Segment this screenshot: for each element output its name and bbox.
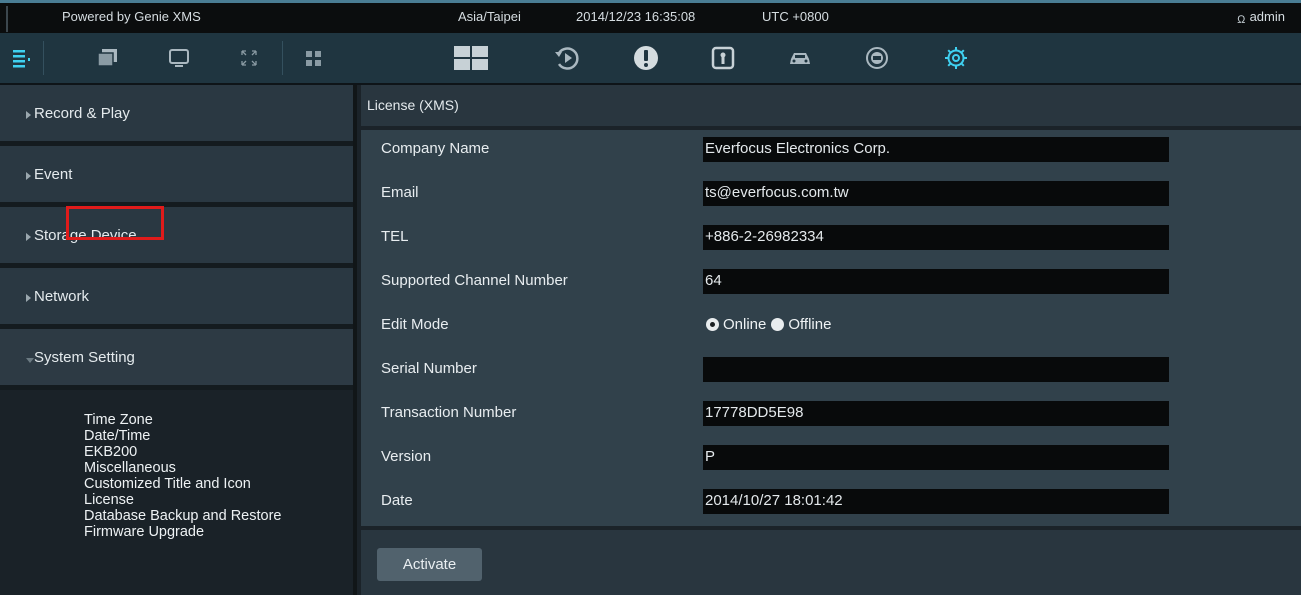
offline-radio-label[interactable]: Offline bbox=[788, 316, 831, 333]
collapsed-arrow-icon bbox=[26, 111, 31, 119]
channel-number-row: Supported Channel Number 64 bbox=[361, 267, 1301, 297]
layers-icon bbox=[97, 49, 117, 67]
online-radio-label[interactable]: Online bbox=[723, 316, 766, 333]
info-button[interactable] bbox=[701, 33, 745, 83]
sidebar-section-record-play[interactable]: Record & Play bbox=[0, 85, 353, 146]
channel-number-label: Supported Channel Number bbox=[381, 272, 568, 289]
submenu-item-date-time[interactable]: Date/Time bbox=[84, 428, 353, 444]
car-button[interactable] bbox=[778, 33, 822, 83]
tel-field[interactable]: +886-2-26982334 bbox=[703, 225, 1169, 250]
date-row: Date 2014/10/27 18:01:42 bbox=[361, 487, 1301, 517]
submenu-item-database-backup-restore[interactable]: Database Backup and Restore bbox=[84, 508, 353, 524]
live-view-icon bbox=[454, 46, 488, 70]
transaction-number-field[interactable]: 17778DD5E98 bbox=[703, 401, 1169, 426]
serial-number-label: Serial Number bbox=[381, 360, 477, 377]
channel-number-field[interactable]: 64 bbox=[703, 269, 1169, 294]
timezone-text: Asia/Taipei bbox=[458, 9, 521, 24]
grid-layout-button[interactable] bbox=[292, 33, 336, 83]
sidebar-section-label: System Setting bbox=[34, 348, 135, 366]
username: admin bbox=[1249, 9, 1285, 24]
email-row: Email ts@everfocus.com.tw bbox=[361, 179, 1301, 209]
grid-layout-icon bbox=[304, 49, 323, 68]
edit-mode-label: Edit Mode bbox=[381, 316, 449, 333]
serial-number-row: Serial Number bbox=[361, 355, 1301, 385]
playback-button[interactable] bbox=[545, 33, 589, 83]
monitor-icon bbox=[169, 49, 189, 67]
date-field[interactable]: 2014/10/27 18:01:42 bbox=[703, 489, 1169, 514]
sidebar-section-system-setting[interactable]: System Setting bbox=[0, 329, 353, 390]
user-icon: Ω bbox=[1237, 14, 1246, 26]
license-panel: License (XMS) Company Name Everfocus Ele… bbox=[361, 85, 1301, 595]
alert-button[interactable] bbox=[624, 33, 668, 83]
toolbar-separator bbox=[282, 41, 283, 75]
serial-number-field[interactable] bbox=[703, 357, 1169, 382]
fullscreen-button[interactable] bbox=[227, 33, 271, 83]
submenu-item-firmware-upgrade[interactable]: Firmware Upgrade bbox=[84, 524, 353, 540]
user-menu[interactable]: Ωadmin bbox=[1237, 9, 1285, 26]
sidebar: Record & Play Event Storage Device Netwo… bbox=[0, 85, 357, 595]
sidebar-section-label: Event bbox=[34, 165, 73, 183]
sidebar-section-network[interactable]: Network bbox=[0, 268, 353, 329]
fullscreen-icon bbox=[241, 50, 257, 66]
expanded-arrow-icon bbox=[26, 358, 34, 363]
dvr-button[interactable] bbox=[855, 33, 899, 83]
settings-icon bbox=[945, 47, 967, 69]
submenu-item-license[interactable]: License bbox=[84, 492, 353, 508]
live-view-button[interactable] bbox=[449, 33, 493, 83]
edit-mode-row: Edit Mode Online Offline bbox=[361, 311, 1301, 341]
sidebar-section-label: Record & Play bbox=[34, 104, 130, 122]
company-name-row: Company Name Everfocus Electronics Corp. bbox=[361, 135, 1301, 165]
edit-mode-radio-group: Online Offline bbox=[706, 316, 836, 333]
activate-button[interactable]: Activate bbox=[377, 548, 482, 581]
top-status-bar: Powered by Genie XMS Asia/Taipei 2014/12… bbox=[0, 0, 1301, 33]
offline-radio[interactable] bbox=[771, 318, 785, 331]
license-form: Company Name Everfocus Electronics Corp.… bbox=[361, 130, 1301, 526]
sidebar-section-storage-device[interactable]: Storage Device bbox=[0, 207, 353, 268]
collapsed-arrow-icon bbox=[26, 233, 31, 241]
selected-item-highlight bbox=[66, 206, 164, 240]
toolbar-separator bbox=[43, 41, 44, 75]
panel-title: License (XMS) bbox=[361, 85, 1301, 126]
company-name-label: Company Name bbox=[381, 140, 490, 157]
collapsed-arrow-icon bbox=[26, 172, 31, 180]
settings-button[interactable] bbox=[934, 33, 978, 83]
powered-by-text: Powered by Genie XMS bbox=[62, 9, 201, 24]
topbar-divider bbox=[6, 6, 8, 32]
transaction-number-label: Transaction Number bbox=[381, 404, 517, 421]
tel-row: TEL +886-2-26982334 bbox=[361, 223, 1301, 253]
sidebar-section-event[interactable]: Event bbox=[0, 146, 353, 207]
date-label: Date bbox=[381, 492, 413, 509]
submenu-item-ekb200[interactable]: EKB200 bbox=[84, 444, 353, 460]
online-radio[interactable] bbox=[706, 318, 719, 331]
datetime-text: 2014/12/23 16:35:08 bbox=[576, 9, 696, 24]
playback-icon bbox=[555, 47, 579, 70]
submenu-item-time-zone[interactable]: Time Zone bbox=[84, 412, 353, 428]
list-menu-icon bbox=[13, 50, 30, 68]
monitor-button[interactable] bbox=[157, 33, 201, 83]
email-field[interactable]: ts@everfocus.com.tw bbox=[703, 181, 1169, 206]
submenu-item-miscellaneous[interactable]: Miscellaneous bbox=[84, 460, 353, 476]
panel-footer: Activate bbox=[361, 530, 1301, 595]
submenu-item-customized-title-icon[interactable]: Customized Title and Icon bbox=[84, 476, 353, 492]
layers-button[interactable] bbox=[86, 33, 130, 83]
list-menu-button[interactable] bbox=[0, 33, 44, 83]
system-setting-submenu: Time Zone Date/Time EKB200 Miscellaneous… bbox=[0, 390, 353, 540]
utc-offset-text: UTC +0800 bbox=[762, 9, 829, 24]
dvr-icon bbox=[866, 47, 888, 69]
collapsed-arrow-icon bbox=[26, 294, 31, 302]
transaction-number-row: Transaction Number 17778DD5E98 bbox=[361, 399, 1301, 429]
tel-label: TEL bbox=[381, 228, 409, 245]
version-row: Version P bbox=[361, 443, 1301, 473]
company-name-field[interactable]: Everfocus Electronics Corp. bbox=[703, 137, 1169, 162]
version-field[interactable]: P bbox=[703, 445, 1169, 470]
version-label: Version bbox=[381, 448, 432, 465]
info-icon bbox=[711, 46, 735, 70]
alert-icon bbox=[634, 46, 658, 70]
sidebar-section-label: Network bbox=[34, 287, 90, 305]
email-label: Email bbox=[381, 184, 419, 201]
main-toolbar bbox=[0, 33, 1301, 85]
car-icon bbox=[790, 53, 810, 64]
